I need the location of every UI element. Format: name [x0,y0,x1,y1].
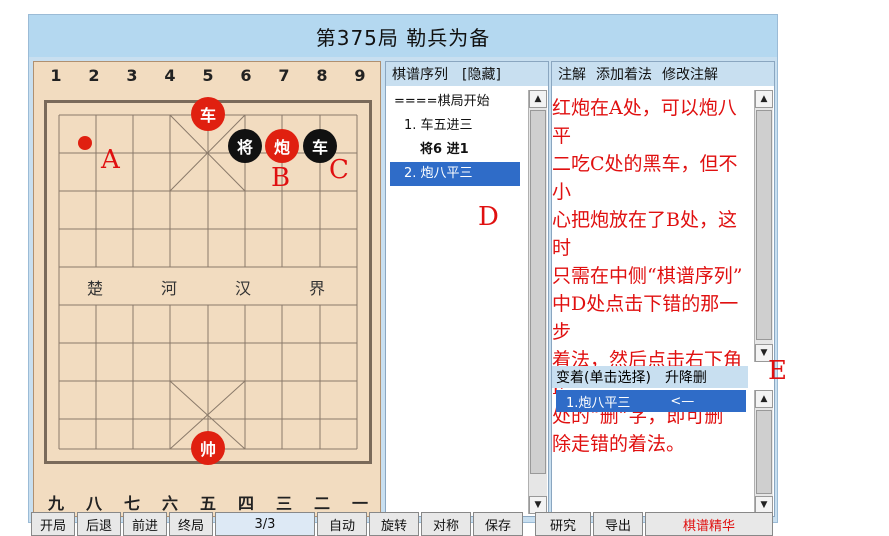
board-panel: 1 2 3 4 5 6 7 8 9 车 将 炮 车 帅 A B C 楚 河 汉 … [33,61,381,517]
file-number: 7 [278,66,290,85]
position-a-marker [78,136,92,150]
tab-comment[interactable]: 注解 [558,64,586,84]
file-number: 3 [126,66,138,85]
scroll-up-button[interactable]: ▲ [755,90,773,108]
variation-move: 1.炮八平三 [566,395,631,411]
comment-line: 红炮在A处，可以炮八平 [552,97,737,147]
file-number: 五 [199,494,216,513]
end-button[interactable]: 终局 [169,512,213,536]
river-text: 汉 [235,279,252,298]
hide-button[interactable]: [隐藏] [462,64,501,84]
label-b: B [271,163,291,193]
move-counter: 3/3 [215,512,315,536]
variation-arrow: <— [670,393,695,409]
file-number: 9 [354,66,366,85]
game-highlights-button[interactable]: 棋谱精华 [645,512,773,536]
comment-line: 只需在中侧“棋谱序列” [552,265,743,287]
file-number: 4 [164,66,176,85]
label-a: A [101,145,120,175]
rotate-button[interactable]: 旋转 [369,512,419,536]
scroll-thumb[interactable] [530,110,546,474]
forward-button[interactable]: 前进 [123,512,167,536]
bottom-file-numbers: 九 八 七 六 五 四 三 二 一 [34,490,380,514]
comment-tabs: 注解 添加着法 修改注解 [552,62,774,86]
move-item[interactable]: ====棋局开始 [390,90,520,114]
scroll-thumb[interactable] [756,110,772,340]
red-marshal-piece[interactable]: 帅 [191,431,225,465]
move-item[interactable]: 将6 进1 [390,138,520,162]
red-chariot-piece[interactable]: 车 [191,97,225,131]
file-number: 1 [50,66,62,85]
file-number: 八 [85,494,102,513]
variation-header: 变着(单击选择) 升降删 [552,366,748,388]
move-item-selected[interactable]: 2. 炮八平三 [390,162,520,186]
start-button[interactable]: 开局 [31,512,75,536]
scroll-up-button[interactable]: ▲ [755,390,773,408]
move-list: ====棋局开始 1. 车五进三 将6 进1 2. 炮八平三 [390,90,520,186]
file-number: 六 [161,494,178,513]
river-text: 河 [161,279,178,298]
comment-line: 除走错的着法。 [552,433,686,455]
move-list-title: 棋谱序列 [392,67,448,83]
scroll-thumb[interactable] [756,410,772,494]
comment-line: 二吃C处的黑车，但不小 [552,153,738,203]
file-number: 5 [202,66,214,85]
variation-item[interactable]: 1.炮八平三 <— [556,390,746,412]
auto-play-button[interactable]: 自动 [317,512,367,536]
file-number: 九 [47,494,64,513]
variation-controls[interactable]: 升降删 [665,367,707,387]
river-text: 界 [309,279,326,298]
scroll-up-button[interactable]: ▲ [529,90,547,108]
bottom-toolbar: 开局 后退 前进 终局 3/3 自动 旋转 对称 保存 研究 导出 棋谱精华 [29,512,777,536]
comment-line: 心把炮放在了B处，这时 [552,209,737,259]
chess-board[interactable]: 车 将 炮 车 帅 A B C 楚 河 汉 界 [44,97,372,465]
file-number: 2 [88,66,100,85]
file-number: 8 [316,66,328,85]
move-list-scrollbar[interactable]: ▲ ▼ [528,90,547,514]
river-text: 楚 [87,279,104,298]
move-list-panel: 棋谱序列 [隐藏] ====棋局开始 1. 车五进三 将6 进1 2. 炮八平三… [385,61,549,517]
red-cannon-piece[interactable]: 炮 [265,129,299,163]
tab-edit-comment[interactable]: 修改注解 [662,64,718,84]
label-e: E [768,356,787,386]
variation-title: 变着(单击选择) [556,370,651,386]
back-button[interactable]: 后退 [77,512,121,536]
label-c: C [329,155,349,185]
top-file-numbers: 1 2 3 4 5 6 7 8 9 [34,66,380,90]
file-number: 6 [240,66,252,85]
move-list-header: 棋谱序列 [隐藏] [386,62,548,86]
file-number: 七 [123,494,140,513]
comment-panel: 注解 添加着法 修改注解 红炮在A处，可以炮八平 二吃C处的黑车，但不小 心把炮… [551,61,787,517]
app-window: 第375局 勒兵为备 1 2 3 4 5 6 7 8 9 车 将 炮 车 帅 A… [28,14,787,536]
mirror-button[interactable]: 对称 [421,512,471,536]
variation-scrollbar[interactable]: ▲ ▼ [754,390,773,514]
export-button[interactable]: 导出 [593,512,643,536]
comment-scrollbar[interactable]: ▲ ▼ [754,90,773,362]
file-number: 四 [237,494,254,513]
file-number: 三 [275,494,292,513]
comment-line: 中D处点击下错的那一步 [552,293,739,343]
save-button[interactable]: 保存 [473,512,523,536]
move-item[interactable]: 1. 车五进三 [390,114,520,138]
file-number: 二 [313,494,330,513]
study-button[interactable]: 研究 [535,512,591,536]
game-title: 第375局 勒兵为备 [29,15,777,57]
label-d: D [478,202,499,232]
tab-add-move[interactable]: 添加着法 [596,64,652,84]
file-number: 一 [351,494,368,513]
black-general-piece[interactable]: 将 [228,129,262,163]
